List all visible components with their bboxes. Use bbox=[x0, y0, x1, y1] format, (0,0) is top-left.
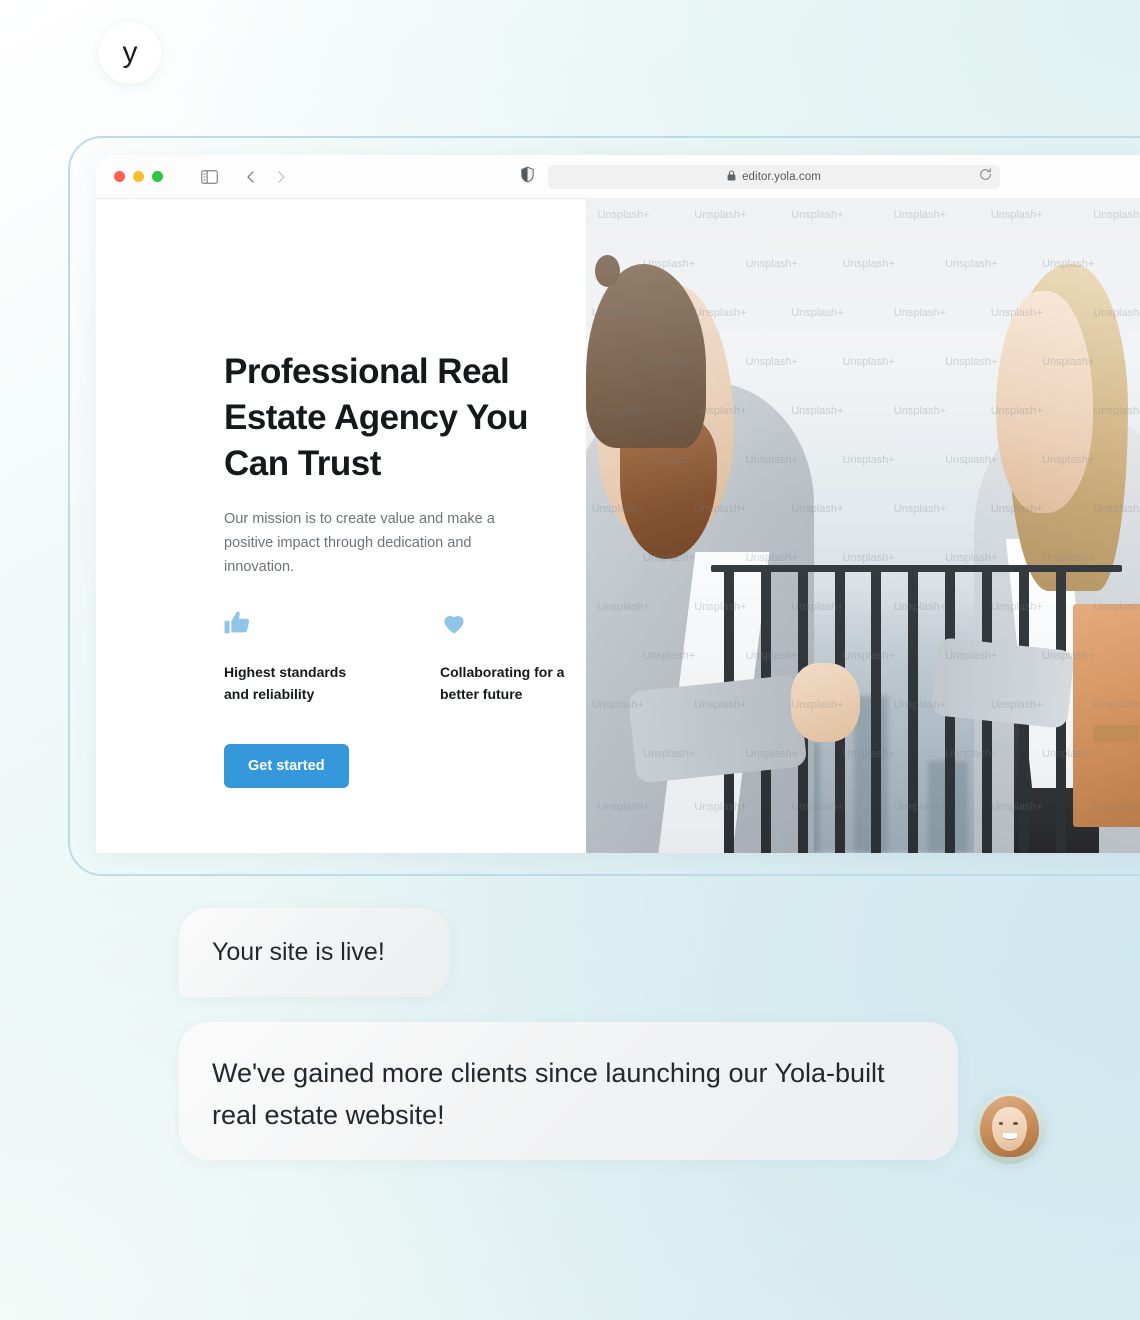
yola-logo-avatar: y bbox=[99, 22, 161, 84]
reload-icon[interactable] bbox=[979, 167, 992, 186]
forward-button[interactable] bbox=[274, 170, 288, 184]
customer-photo-avatar bbox=[974, 1093, 1045, 1164]
hero-photo: Unsplash+ Unsplash+ Unsplash+ Unsplash+ … bbox=[586, 199, 1140, 853]
browser-window: editor.yola.com Professional Real Estate… bbox=[96, 155, 1140, 853]
chat-bubble-status: Your site is live! bbox=[179, 908, 450, 997]
photo-overlay-haze bbox=[586, 199, 1140, 853]
window-controls bbox=[114, 171, 163, 182]
feature-item-standards: Highest standards and reliability bbox=[224, 609, 374, 705]
lock-icon bbox=[727, 168, 736, 186]
hero-photo-illustration: Unsplash+ Unsplash+ Unsplash+ Unsplash+ … bbox=[586, 199, 1140, 853]
feature-item-collaboration: Collaborating for a better future bbox=[440, 609, 590, 705]
avatar-eye-right bbox=[1013, 1122, 1018, 1125]
page-root: editor.yola.com Professional Real Estate… bbox=[0, 0, 1140, 1320]
thumbs-up-icon bbox=[224, 609, 374, 645]
privacy-shield-icon[interactable] bbox=[521, 166, 534, 187]
heart-icon bbox=[440, 609, 590, 645]
feature-label: Highest standards and reliability bbox=[224, 664, 347, 702]
close-window-button[interactable] bbox=[114, 171, 125, 182]
browser-toolbar: editor.yola.com bbox=[96, 155, 1140, 199]
feature-label: Collaborating for a better future bbox=[440, 664, 565, 702]
site-preview: Professional Real Estate Agency You Can … bbox=[96, 199, 1140, 853]
hero-subheading: Our mission is to create value and make … bbox=[224, 511, 495, 575]
site-hero-text-column: Professional Real Estate Agency You Can … bbox=[96, 199, 586, 853]
maximize-window-button[interactable] bbox=[152, 171, 163, 182]
get-started-button[interactable]: Get started bbox=[224, 744, 349, 788]
feature-list: Highest standards and reliability Collab… bbox=[224, 609, 590, 705]
sidebar-toggle-icon[interactable] bbox=[201, 169, 218, 184]
avatar-smile bbox=[1003, 1133, 1017, 1140]
minimize-window-button[interactable] bbox=[133, 171, 144, 182]
chat-bubble-testimonial: We've gained more clients since launchin… bbox=[179, 1022, 958, 1160]
back-button[interactable] bbox=[244, 170, 258, 184]
page-title: Professional Real Estate Agency You Can … bbox=[224, 352, 529, 483]
address-bar[interactable]: editor.yola.com bbox=[548, 164, 1000, 189]
navigation-arrows bbox=[244, 170, 288, 184]
address-bar-url: editor.yola.com bbox=[742, 170, 821, 183]
